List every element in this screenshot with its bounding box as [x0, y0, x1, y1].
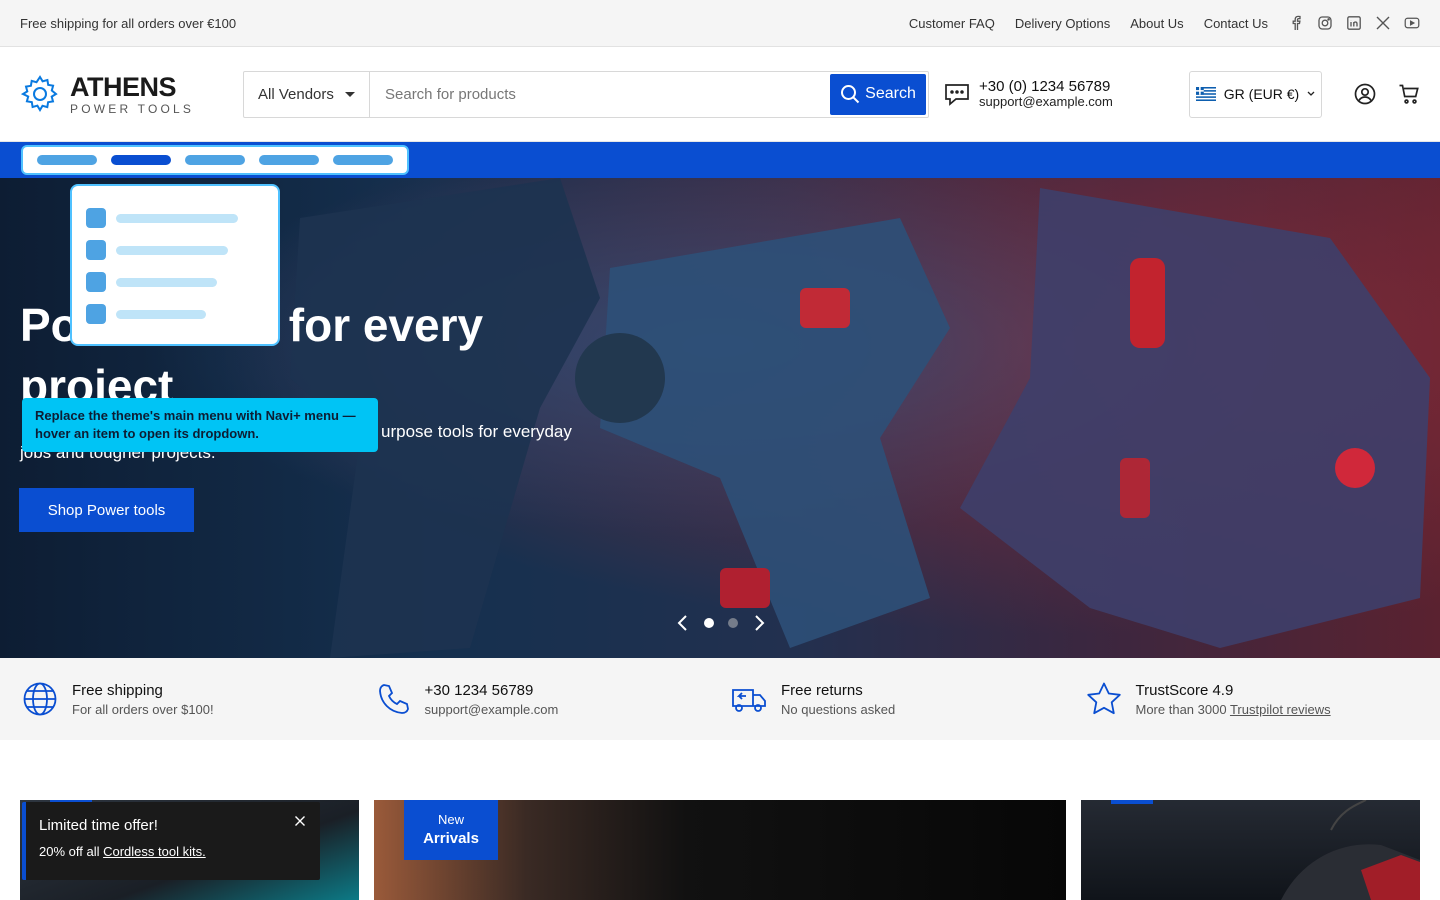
link-customer-faq[interactable]: Customer FAQ — [909, 16, 995, 31]
feature-title: +30 1234 56789 — [424, 681, 534, 699]
facebook-icon[interactable] — [1288, 15, 1304, 31]
feature-subtitle: For all orders over $100! — [72, 701, 214, 717]
feature-subtitle: No questions asked — [781, 701, 896, 717]
currency-selector[interactable]: GR (EUR €) — [1189, 70, 1322, 118]
chevron-down-icon — [1307, 91, 1315, 96]
greece-flag-icon — [1195, 87, 1216, 101]
dropdown-item-placeholder[interactable] — [86, 208, 264, 228]
hero-description-line1: urpose tools for everyday — [381, 422, 572, 441]
slide-dot-1[interactable] — [704, 618, 714, 628]
trustpilot-reviews-link[interactable]: Trustpilot reviews — [1230, 702, 1331, 717]
toast-body: 20% off all Cordless tool kits. — [39, 844, 307, 859]
globe-icon — [23, 682, 57, 716]
instagram-icon[interactable] — [1317, 15, 1333, 31]
feature-title: TrustScore 4.9 — [1135, 681, 1234, 699]
truck-return-icon — [732, 689, 766, 712]
feature-subtitle: support@example.com — [424, 701, 559, 717]
features-bar: Free shipping For all orders over $100! … — [0, 658, 1440, 740]
close-icon[interactable] — [294, 815, 306, 827]
navi-menu-placeholder[interactable] — [21, 145, 409, 175]
navi-tooltip: Replace the theme's main menu with Navi+… — [22, 398, 378, 452]
slideshow-controls — [676, 615, 766, 631]
search-icon — [841, 85, 860, 104]
promo-card-new-arrivals[interactable]: New Arrivals — [374, 800, 1066, 900]
x-icon[interactable] — [1375, 15, 1391, 31]
nav-item-placeholder[interactable] — [333, 155, 393, 165]
social-links — [1288, 15, 1420, 31]
hero-title-part2: for every — [288, 299, 484, 351]
badge-line2: Arrivals — [423, 830, 479, 848]
toast-body-prefix: 20% off all — [39, 844, 104, 859]
logo[interactable]: ATHENS POWER TOOLS — [20, 71, 243, 116]
cordless-kits-link[interactable]: Cordless tool kits. — [103, 844, 206, 859]
dropdown-item-placeholder[interactable] — [86, 240, 264, 260]
hero-slideshow: Po for every project urpose tools for eve… — [0, 178, 1440, 658]
logo-subtitle: POWER TOOLS — [70, 101, 195, 116]
topbar-links: Customer FAQ Delivery Options About Us C… — [889, 15, 1420, 31]
star-icon — [1086, 682, 1121, 715]
vendor-select-label: All Vendors — [258, 85, 334, 103]
nav-item-placeholder[interactable] — [37, 155, 97, 165]
link-contact-us[interactable]: Contact Us — [1204, 16, 1268, 31]
linkedin-icon[interactable] — [1346, 15, 1362, 31]
feature-free-shipping: Free shipping For all orders over $100! — [22, 681, 377, 717]
chevron-down-icon — [345, 91, 355, 97]
feature-title: Free returns — [781, 681, 863, 699]
chat-bubble-icon — [945, 84, 969, 106]
announcement-bar: Free shipping for all orders over €100 C… — [0, 0, 1440, 47]
nav-item-placeholder-active[interactable] — [111, 155, 171, 165]
currency-label: GR (EUR €) — [1223, 86, 1300, 102]
feature-subtitle-prefix: More than 3000 — [1135, 701, 1230, 717]
chevron-right-icon[interactable] — [752, 615, 766, 631]
header-icons — [1354, 83, 1420, 105]
chevron-left-icon[interactable] — [676, 615, 690, 631]
promo-card-3[interactable] — [1081, 800, 1420, 900]
header-contact: +30 (0) 1234 56789 support@example.com — [943, 79, 1189, 108]
feature-phone: +30 1234 56789 support@example.com — [377, 682, 732, 717]
youtube-icon[interactable] — [1404, 15, 1420, 31]
header-phone[interactable]: +30 (0) 1234 56789 — [979, 79, 1113, 95]
phone-icon — [378, 684, 409, 714]
search-button-label: Search — [865, 85, 916, 102]
search-button[interactable]: Search — [830, 73, 926, 115]
header-email[interactable]: support@example.com — [979, 95, 1113, 109]
link-about-us[interactable]: About Us — [1130, 16, 1183, 31]
link-delivery-options[interactable]: Delivery Options — [1015, 16, 1110, 31]
dropdown-item-placeholder[interactable] — [86, 304, 264, 324]
search-bar: All Vendors Search — [243, 70, 929, 118]
announcement-text: Free shipping for all orders over €100 — [20, 15, 237, 31]
main-nav-bar — [0, 142, 1440, 178]
nav-item-placeholder[interactable] — [259, 155, 319, 165]
logo-title: ATHENS — [70, 71, 177, 102]
vendor-select[interactable]: All Vendors — [244, 71, 370, 117]
site-header: ATHENS POWER TOOLS All Vendors Search +3… — [0, 47, 1440, 142]
cart-icon[interactable] — [1398, 83, 1420, 105]
toast-title: Limited time offer! — [39, 817, 158, 834]
dropdown-item-placeholder[interactable] — [86, 272, 264, 292]
shop-power-tools-button[interactable]: Shop Power tools — [19, 488, 194, 532]
feature-free-returns: Free returns No questions asked — [731, 682, 1086, 717]
promo-card-3-image — [1281, 800, 1420, 900]
account-icon[interactable] — [1354, 83, 1376, 105]
feature-title: Free shipping — [72, 681, 163, 699]
badge-line1: New — [437, 812, 464, 827]
search-input[interactable] — [370, 71, 830, 117]
feature-trustscore: TrustScore 4.9 More than 3000 Trustpilot… — [1086, 681, 1440, 717]
feature-subtitle: More than 3000 Trustpilot reviews — [1136, 702, 1331, 717]
nav-item-placeholder[interactable] — [185, 155, 245, 165]
slide-dot-2[interactable] — [728, 618, 738, 628]
navi-dropdown-placeholder[interactable] — [70, 184, 280, 346]
gear-logo-icon — [20, 75, 58, 112]
limited-offer-toast: Limited time offer! 20% off all Cordless… — [22, 802, 320, 880]
new-arrivals-badge: New Arrivals — [404, 800, 498, 860]
